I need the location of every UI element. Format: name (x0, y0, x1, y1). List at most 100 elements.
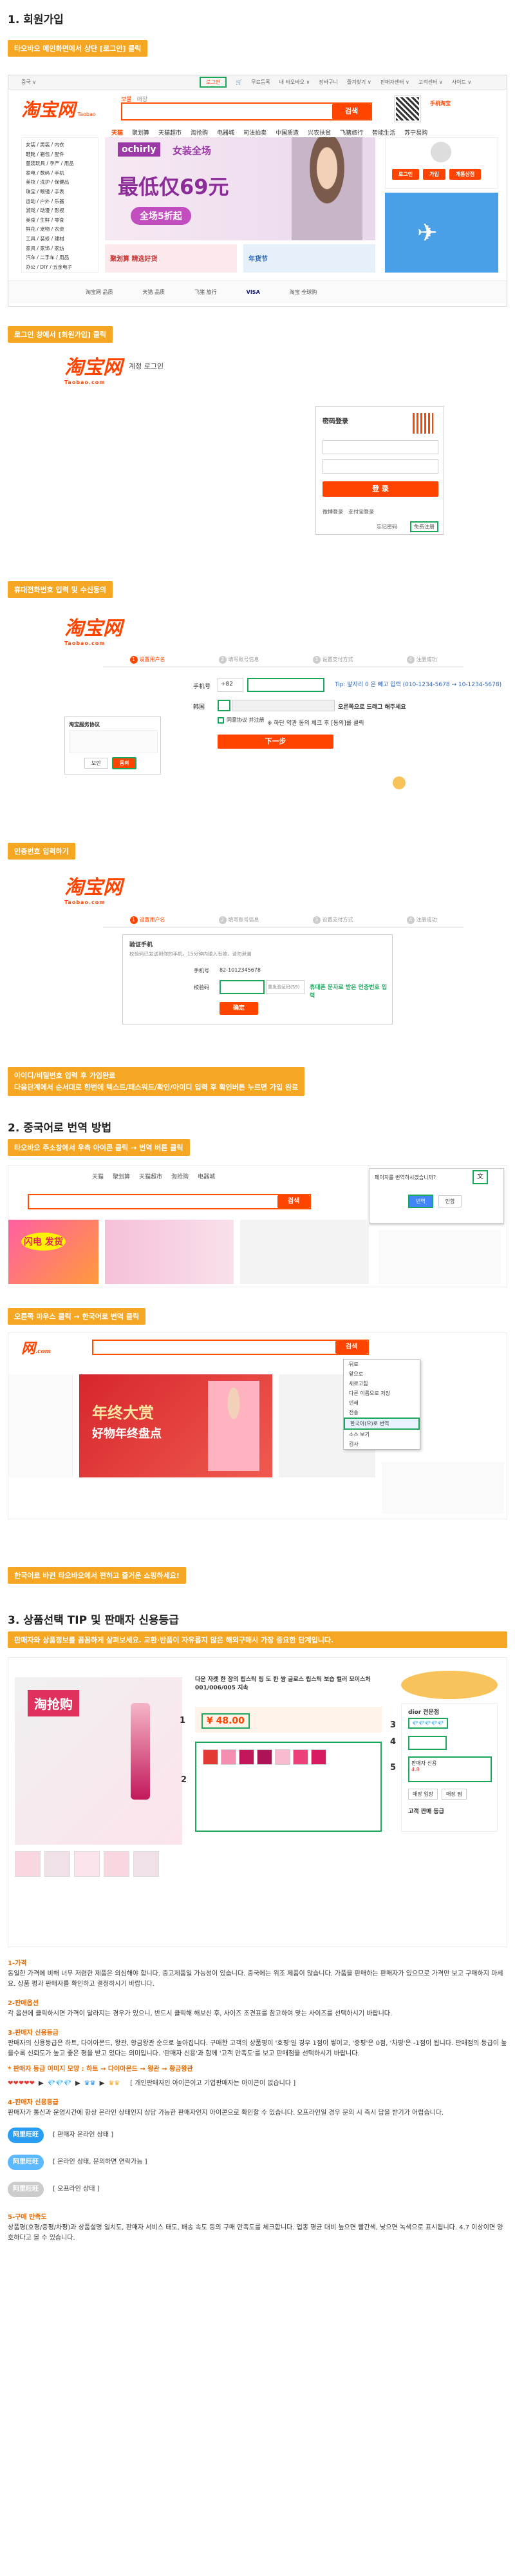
password-input[interactable] (323, 459, 438, 474)
search-button[interactable]: 검색 (332, 104, 371, 119)
context-menu-cast[interactable]: 전송 (344, 1408, 420, 1418)
seller-center-link[interactable]: 판매자센터 ∨ (380, 79, 409, 86)
nav-tmall[interactable]: 天猫 (111, 128, 123, 137)
option-swatch[interactable] (239, 1749, 254, 1765)
translate-banner-a[interactable]: 闪电 发货 (8, 1220, 98, 1284)
translate-product-grid[interactable] (240, 1220, 369, 1284)
context-menu-print[interactable]: 인쇄 (344, 1398, 420, 1408)
option-swatch[interactable] (275, 1749, 290, 1765)
context-menu-back[interactable]: 뒤로 (344, 1360, 420, 1369)
wangwang-icon[interactable] (408, 1736, 447, 1750)
category-item[interactable]: 鲜花 / 宠物 / 农资 (26, 225, 94, 235)
service-item[interactable]: 飞猪 旅行 (194, 289, 217, 296)
confirm-button[interactable]: 确定 (220, 1002, 258, 1015)
register-link[interactable]: 무료등록 (251, 79, 270, 86)
my-taobao-link[interactable]: 내 타오바오 ∨ (279, 79, 310, 86)
nav-zhizao[interactable]: 中国质造 (276, 128, 299, 137)
terms-reject-button[interactable]: 보안 (84, 758, 108, 769)
cart-link[interactable]: 장바구니 (319, 79, 337, 86)
category-item[interactable]: 家电 / 数码 / 手机 (26, 169, 94, 178)
terms-accept-button[interactable]: 동의 (111, 757, 137, 769)
favorites-link[interactable]: 즐겨찾기 ∨ (347, 79, 371, 86)
option-swatch[interactable] (221, 1749, 236, 1765)
side-ad[interactable]: ✈ (385, 193, 498, 273)
product-main-image[interactable]: 淘抢购 (15, 1677, 182, 1845)
region-select[interactable]: 중국 ∨ (21, 79, 36, 86)
category-item[interactable]: 女装 / 男装 / 内衣 (26, 140, 94, 150)
category-item[interactable]: 家具 / 家饰 / 家纺 (26, 244, 94, 254)
context-menu-translate[interactable]: 한국어(으)로 번역 (344, 1418, 420, 1430)
option-swatch[interactable] (203, 1749, 218, 1765)
alipay-login-link[interactable]: 支付宝登录 (348, 508, 374, 515)
nav-sifa[interactable]: 司法拍卖 (243, 128, 267, 137)
country-code-select[interactable]: +82 (218, 678, 243, 692)
banner-cta[interactable]: 全场5折起 (131, 207, 191, 225)
context-menu-forward[interactable]: 앞으로 (344, 1369, 420, 1379)
context-menu-inspect[interactable]: 검사 (344, 1439, 420, 1449)
service-item[interactable]: 天猫 品质 (143, 289, 165, 296)
terms-content[interactable] (69, 730, 158, 753)
slider-handle[interactable] (218, 700, 230, 711)
nav-juhuasuan[interactable]: 聚划算 (132, 128, 149, 137)
option-swatch[interactable] (293, 1749, 308, 1765)
search-input[interactable] (122, 104, 332, 119)
category-item[interactable]: 游戏 / 动漫 / 影视 (26, 206, 94, 216)
context-menu-reload[interactable]: 새로고침 (344, 1379, 420, 1389)
category-item[interactable]: 汽车 / 二手车 / 用品 (26, 253, 94, 263)
category-item[interactable]: 童装玩具 / 孕产 / 用品 (26, 159, 94, 169)
tb-search-button-2[interactable]: 검색 (335, 1341, 368, 1354)
ad-card-1[interactable]: 聚划算 精选好货 (105, 244, 237, 273)
service-link[interactable]: 고객센터 ∨ (418, 79, 443, 86)
register-button[interactable]: 가입 (423, 169, 445, 180)
service-item[interactable]: 淘宝 全球购 (290, 289, 317, 296)
nav-link[interactable]: 电器城 (198, 1172, 215, 1180)
category-item[interactable]: 美食 / 生鲜 / 零食 (26, 216, 94, 226)
category-item[interactable]: 珠宝 / 眼镜 / 手表 (26, 187, 94, 197)
free-register-link[interactable]: 免费注册 (410, 521, 438, 532)
nav-link[interactable]: 淘抢购 (171, 1172, 189, 1180)
next-step-button[interactable]: 下一步 (218, 735, 333, 749)
category-item[interactable]: 运动 / 户外 / 乐器 (26, 197, 94, 207)
year-end-banner[interactable]: 年终大赏 好物年终盘点 (79, 1374, 272, 1477)
category-sidebar-2[interactable] (8, 1374, 73, 1477)
category-item[interactable]: 美妆 / 洗护 / 保健品 (26, 178, 94, 187)
category-item[interactable]: 办公 / DIY / 五金电子 (26, 263, 94, 273)
weibo-login-link[interactable]: 微博登录 (323, 508, 343, 515)
option-swatch[interactable] (311, 1749, 326, 1765)
nav-chaoshi[interactable]: 天猫超市 (158, 128, 182, 137)
ad-card-2[interactable]: 年货节 (243, 244, 375, 273)
nav-xingnong[interactable]: 兴农扶贫 (308, 128, 331, 137)
category-item[interactable]: 鞋靴 / 箱包 / 配件 (26, 150, 94, 160)
agree-checkbox[interactable] (218, 716, 224, 724)
nav-qianggou[interactable]: 淘抢购 (191, 128, 208, 137)
login-link[interactable]: 로그인 (200, 77, 227, 88)
option-swatch[interactable] (257, 1749, 272, 1765)
resend-button[interactable]: 重发验证码(59) (266, 980, 304, 994)
code-input[interactable] (220, 980, 265, 994)
service-item[interactable]: 淘宝网 品质 (86, 289, 113, 296)
follow-shop-button[interactable]: 매장 찜 (441, 1789, 467, 1800)
cart-icon[interactable]: 🛒 (236, 79, 242, 85)
thumbnail[interactable] (133, 1851, 159, 1877)
no-translate-button[interactable]: 안함 (438, 1195, 462, 1207)
forgot-password-link[interactable]: 忘记密码 (377, 523, 397, 530)
nav-dianqi[interactable]: 电器城 (217, 128, 234, 137)
taobao-logo[interactable]: 淘宝网 Taobao (21, 96, 96, 122)
nav-zhineng[interactable]: 智能生活 (372, 128, 395, 137)
qr-login-icon[interactable] (413, 413, 433, 434)
category-item[interactable]: 工具 / 装修 / 建材 (26, 235, 94, 244)
tb-search-button-1[interactable]: 검색 (277, 1195, 310, 1208)
nav-link[interactable]: 天猫超市 (139, 1172, 162, 1180)
nav-suning[interactable]: 苏宁易购 (404, 128, 427, 137)
slider-track[interactable] (232, 700, 335, 711)
nav-link[interactable]: 聚划算 (113, 1172, 130, 1180)
thumbnail[interactable] (104, 1851, 129, 1877)
context-menu-view-source[interactable]: 소스 보기 (344, 1430, 420, 1439)
thumbnail[interactable] (74, 1851, 100, 1877)
login-button[interactable]: 로그인 (392, 169, 420, 180)
enter-shop-button[interactable]: 매장 입장 (408, 1789, 438, 1800)
username-input[interactable] (323, 440, 438, 454)
translate-banner-b[interactable] (105, 1220, 234, 1284)
nav-feizhu[interactable]: 飞猪旅行 (340, 128, 363, 137)
phone-input[interactable] (247, 678, 324, 692)
